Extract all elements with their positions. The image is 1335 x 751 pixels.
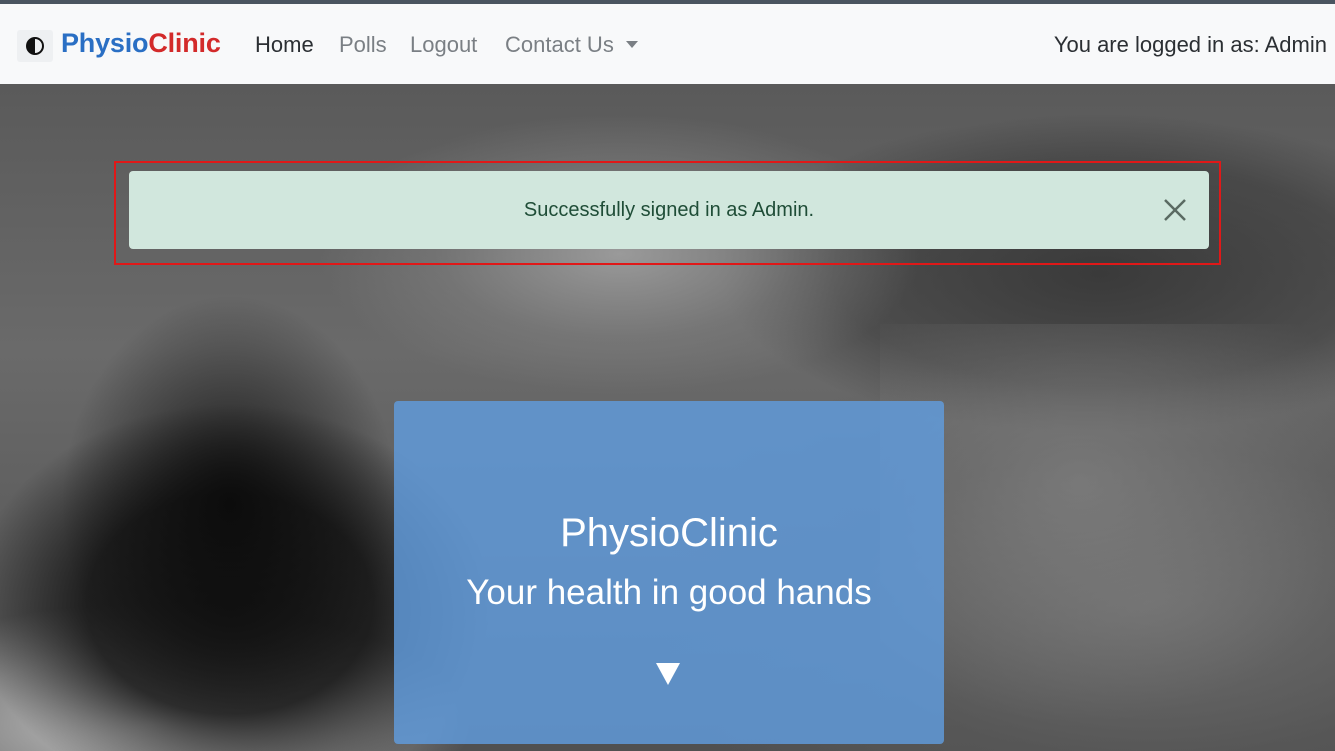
half-circle-contrast-icon xyxy=(26,37,44,55)
brand-part-clinic: Clinic xyxy=(148,28,221,58)
brand-part-physio: Physio xyxy=(61,28,149,58)
alert-highlight-box xyxy=(114,161,1221,265)
nav-contact-label: Contact Us xyxy=(505,32,614,57)
nav-polls-link[interactable]: Polls xyxy=(339,32,387,58)
triangle-down-icon[interactable] xyxy=(656,663,680,685)
hero-background-image: Successfully signed in as Admin. PhysioC… xyxy=(0,84,1335,751)
hero-card: PhysioClinic Your health in good hands xyxy=(394,401,944,744)
nav-home-link[interactable]: Home xyxy=(255,32,314,58)
nav-logout-link[interactable]: Logout xyxy=(410,32,477,58)
theme-toggle-button[interactable] xyxy=(17,30,53,62)
hero-subtitle: Your health in good hands xyxy=(466,573,872,612)
nav-contact-dropdown[interactable]: Contact Us xyxy=(505,32,638,58)
brand-logo-link[interactable]: PhysioClinic xyxy=(61,28,221,59)
navbar: PhysioClinic Home Polls Logout Contact U… xyxy=(0,4,1335,84)
hero-shade-back xyxy=(880,324,1335,724)
hero-shade-hair xyxy=(60,294,400,714)
hero-title: PhysioClinic xyxy=(560,511,778,555)
chevron-down-icon xyxy=(625,40,638,48)
logged-in-status: You are logged in as: Admin xyxy=(1053,32,1327,57)
